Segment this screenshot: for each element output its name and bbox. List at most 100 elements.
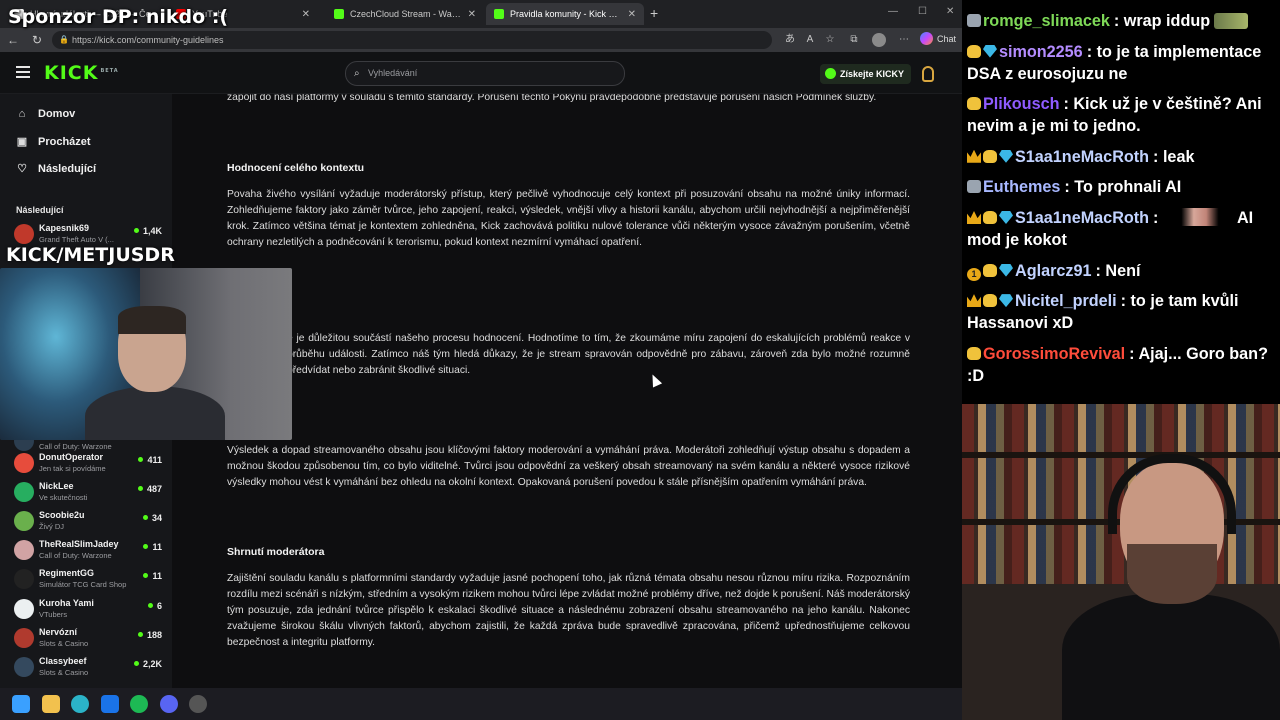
favorite-star-icon[interactable]: ☆ [824,34,836,46]
sub-badge-icon [967,346,981,360]
get-kicky-button[interactable]: Získejte KICKY [820,64,912,84]
hamburger-menu-icon[interactable] [16,66,30,81]
sidebar-channel[interactable]: Kuroha Yami VTubers 6 [14,597,164,623]
sidebar-channel[interactable]: TheRealSlimJadey Call of Duty: Warzone 11 [14,538,164,564]
section-heading: Shrnutí moderátora [227,546,325,558]
search-input[interactable]: ⌕ Vyhledávání [345,61,625,86]
avatar [14,482,34,502]
chat-message: Euthemes: To prohnali AI [967,176,1274,198]
edge-browser-icon[interactable] [71,695,89,713]
read-aloud-icon[interactable]: A [804,34,816,46]
discord-icon[interactable] [160,695,178,713]
chat-colon: : [1113,12,1124,30]
close-tab-icon[interactable]: ✕ [628,9,636,20]
chat-text: leak [1162,147,1195,166]
channel-name: DonutOperator [39,452,103,462]
channel-name: RegimentGG [39,568,95,578]
sidebar-channel[interactable]: Nervózní Slots & Casino 188 [14,626,164,652]
section-heading: Hodnocení celého kontextu [227,162,365,174]
paragraph: e je důležitou součástí našeho procesu h… [287,333,910,376]
close-tab-icon[interactable]: ✕ [302,9,310,20]
avatar [14,657,34,677]
chat-colon: : [1086,42,1097,61]
channel-name: Classybeef [39,656,87,666]
windows-start-icon[interactable] [12,695,30,713]
back-icon[interactable]: ← [6,33,20,47]
sidebar-channel[interactable]: NickLee Ve skutečnosti 487 [14,480,164,506]
chat-text: Není [1105,261,1141,280]
obs-icon[interactable] [189,695,207,713]
search-placeholder: Vyhledávání [368,68,418,78]
kick-username-overlay: KICK/METJUSDR [6,244,175,266]
host-webcam [962,404,1280,720]
sidebar-item-home[interactable]: ⌂ Domov [16,108,76,120]
channel-name: Kapesnik69 [39,223,90,233]
avatar [14,628,34,648]
channel-name: TheRealSlimJadey [39,539,119,549]
site-info-icon[interactable]: 🔒 [59,31,69,49]
channel-category: VTubers [39,610,68,619]
sub-badge-icon [967,97,981,111]
chat-colon: : [1095,261,1106,280]
paragraph: Povaha živého vysílání vyžaduje moderáto… [227,189,910,248]
address-bar: ← ↻ 🔒 https://kick.com/community-guideli… [0,28,962,52]
screen: Hlavní události — ČT24 — Česká YouTube ✕… [0,0,1280,720]
chat-username[interactable]: S1aa1neMacRoth [1015,209,1149,227]
chat-text: wrap iddup [1123,12,1211,30]
sidebar-channel[interactable]: Scoobie2u Živý DJ 34 [14,509,164,535]
extensions-icon[interactable]: ⧉ [848,34,860,46]
new-tab-icon[interactable]: + [650,5,658,21]
tab-czechcloud[interactable]: CzechCloud Stream - Watch Live o ✕ [326,3,484,25]
close-window-icon[interactable]: ✕ [946,6,954,17]
minimize-icon[interactable]: — [888,6,898,17]
gem-badge-icon [999,263,1013,277]
kick-logo[interactable]: KICK BETA [44,62,119,84]
sidebar-item-following[interactable]: ♡ Následující [16,162,97,176]
crown-badge-icon [967,294,981,308]
chat-button-label: Chat [937,33,957,44]
chat-message: romge_slimacek: wrap iddup [967,10,1274,32]
tab-community-guidelines[interactable]: Pravidla komunity - Kick Streaming ✕ [486,3,644,25]
refresh-icon[interactable]: ↻ [30,33,44,47]
sidebar-channel[interactable]: DonutOperator Jen tak si povídáme 411 [14,451,164,477]
chat-username[interactable]: Plikousch [983,95,1059,113]
copilot-chat-button[interactable]: Chat [920,32,956,45]
compass-icon: ▣ [16,136,28,148]
user-profile-icon[interactable] [922,66,934,82]
gem-badge-icon [999,210,1013,224]
search-icon: ⌕ [354,68,360,79]
sub-badge-icon [983,149,997,163]
sidebar-channel[interactable]: RegimentGG Simulátor TCG Card Shop 11 [14,567,164,593]
chat-username[interactable]: romge_slimacek [983,12,1110,30]
sidebar-item-browse[interactable]: ▣ Procházet [16,135,91,149]
avatar [14,224,34,244]
app-icon[interactable] [101,695,119,713]
mod-badge-icon [967,180,981,194]
url-input[interactable]: 🔒 https://kick.com/community-guidelines [52,31,772,49]
tab-label: CzechCloud Stream - Watch Live o [350,9,462,19]
chat-username[interactable]: Aglarcz91 [1015,262,1091,280]
profile-avatar[interactable] [872,33,886,47]
chat-panel: romge_slimacek: wrap iddup simon2256: to … [962,0,1280,404]
more-menu-icon[interactable]: ⋯ [898,34,910,46]
gift-badge-icon: 1 [967,267,981,281]
sidebar-channel[interactable]: Classybeef Slots & Casino 2,2K [14,655,164,681]
chat-message: S1aa1neMacRoth: leak [967,146,1274,168]
close-tab-icon[interactable]: ✕ [468,9,476,20]
chat-username[interactable]: simon2256 [999,43,1083,61]
home-icon: ⌂ [18,108,26,120]
viewer-count: 2,2K [134,659,162,669]
translate-icon[interactable]: あ [784,34,796,46]
file-explorer-icon[interactable] [42,695,60,713]
chat-username[interactable]: S1aa1neMacRoth [1015,148,1149,166]
chat-username[interactable]: Nicitel_prdeli [1015,292,1117,310]
chat-username[interactable]: Euthemes [983,178,1060,196]
viewer-count: 188 [138,630,162,640]
paragraph: zapojit do naší platformy v souladu s tě… [227,94,877,103]
spotify-icon[interactable] [130,695,148,713]
chat-message: Plikousch: Kick už je v češtině? Ani nev… [967,93,1274,137]
maximize-icon[interactable]: ☐ [918,6,927,17]
emote-icon [1214,13,1249,29]
chat-username[interactable]: GorossimoRevival [983,345,1125,363]
sidebar-item-label: Následující [38,162,97,175]
